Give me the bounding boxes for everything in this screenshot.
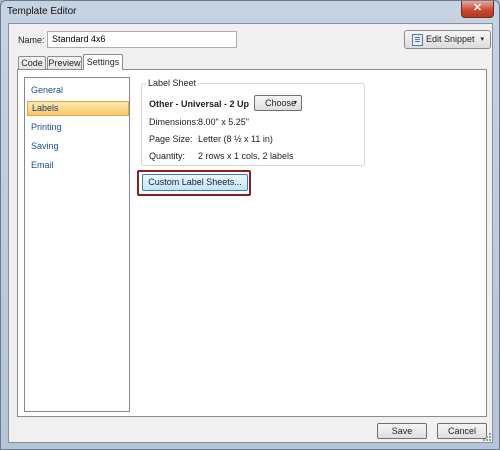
settings-nav-list: General Labels Printing Saving Email (24, 77, 130, 412)
edit-snippet-button[interactable]: Edit Snippet ▾ (404, 30, 491, 49)
nav-item-email[interactable]: Email (27, 158, 127, 173)
chevron-down-icon: ▾ (480, 36, 484, 43)
resize-grip-icon[interactable] (483, 433, 491, 441)
settings-panel: General Labels Printing Saving Email Lab… (17, 69, 487, 417)
dimensions-label: Dimensions: (149, 117, 199, 127)
quantity-label: Quantity: (149, 151, 186, 161)
nav-item-printing[interactable]: Printing (27, 120, 127, 135)
save-button[interactable]: Save (377, 423, 427, 439)
quantity-value: 2 rows x 1 cols, 2 labels (198, 151, 294, 161)
nav-item-labels[interactable]: Labels (27, 101, 129, 116)
label-sheet-group: Label Sheet Other - Universal - 2 Up Cho… (141, 78, 365, 166)
title-bar[interactable]: Template Editor ✕ (1, 1, 499, 23)
page-size-label: Page Size: (149, 134, 193, 144)
nav-item-general[interactable]: General (27, 83, 127, 98)
cancel-button[interactable]: Cancel (437, 423, 487, 439)
chevron-down-icon: ▾ (293, 100, 297, 106)
choose-button[interactable]: Choose ▾ (254, 95, 302, 111)
edit-snippet-label: Edit Snippet (426, 34, 475, 44)
dimensions-value: 8.00" x 5.25" (198, 117, 249, 127)
page-size-value: Letter (8 ½ x 11 in) (198, 134, 273, 144)
nav-item-saving[interactable]: Saving (27, 139, 127, 154)
tab-settings[interactable]: Settings (83, 54, 123, 70)
custom-label-sheets-button[interactable]: Custom Label Sheets... (142, 174, 248, 191)
name-input[interactable] (47, 31, 237, 48)
label-sheet-legend: Label Sheet (146, 78, 199, 88)
document-icon (412, 34, 423, 46)
close-icon: ✕ (472, 2, 483, 14)
sheet-name: Other - Universal - 2 Up (149, 99, 250, 109)
template-editor-window: Template Editor ✕ Name: Edit Snippet ▾ C… (0, 0, 500, 450)
window-title: Template Editor (7, 6, 77, 17)
choose-label: Choose (265, 98, 297, 108)
tab-preview[interactable]: Preview (47, 56, 82, 69)
tab-code[interactable]: Code (18, 56, 46, 69)
close-button[interactable]: ✕ (461, 1, 494, 18)
name-label: Name: (18, 35, 45, 45)
dialog-body: Name: Edit Snippet ▾ Code Preview Settin… (8, 23, 493, 443)
